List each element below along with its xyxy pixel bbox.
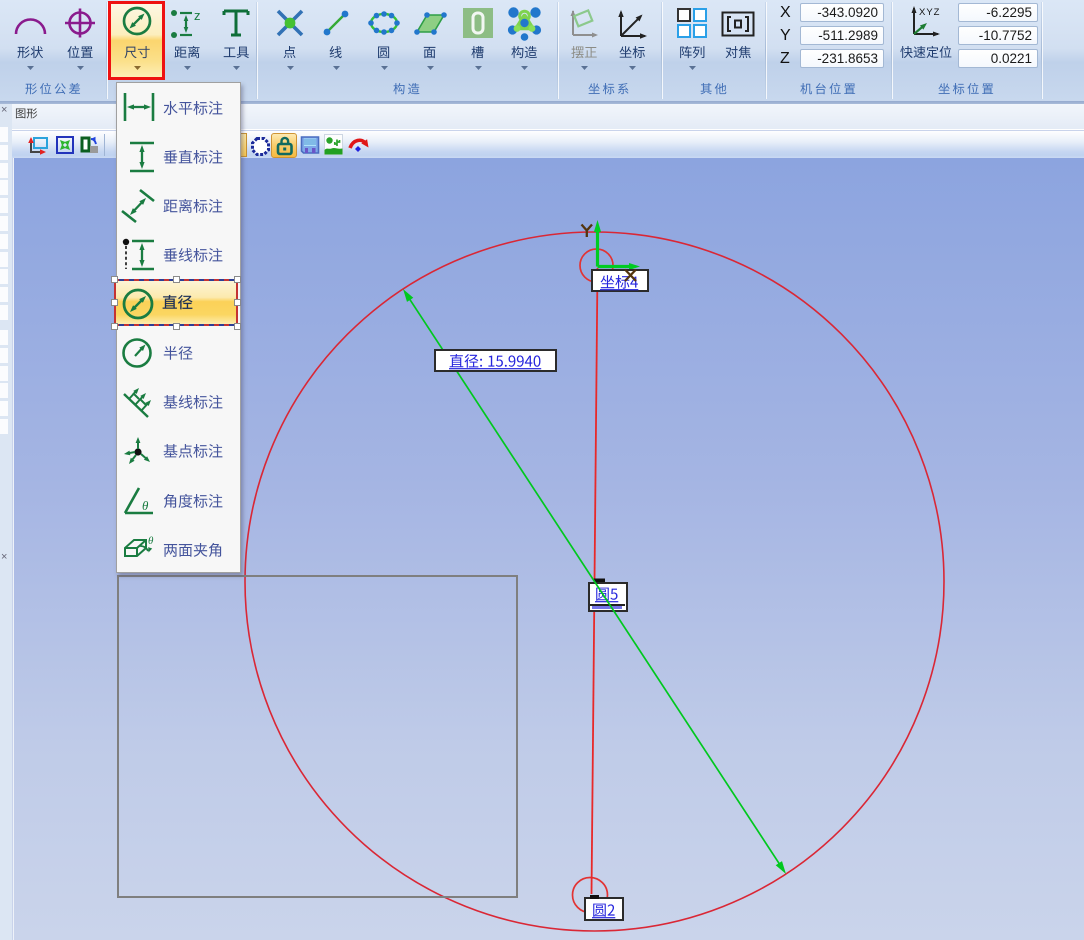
- svg-text:θ: θ: [148, 535, 154, 547]
- svg-text:z: z: [194, 8, 201, 23]
- svg-text:XYZ: XYZ: [919, 7, 940, 18]
- svg-text:θ: θ: [142, 498, 149, 513]
